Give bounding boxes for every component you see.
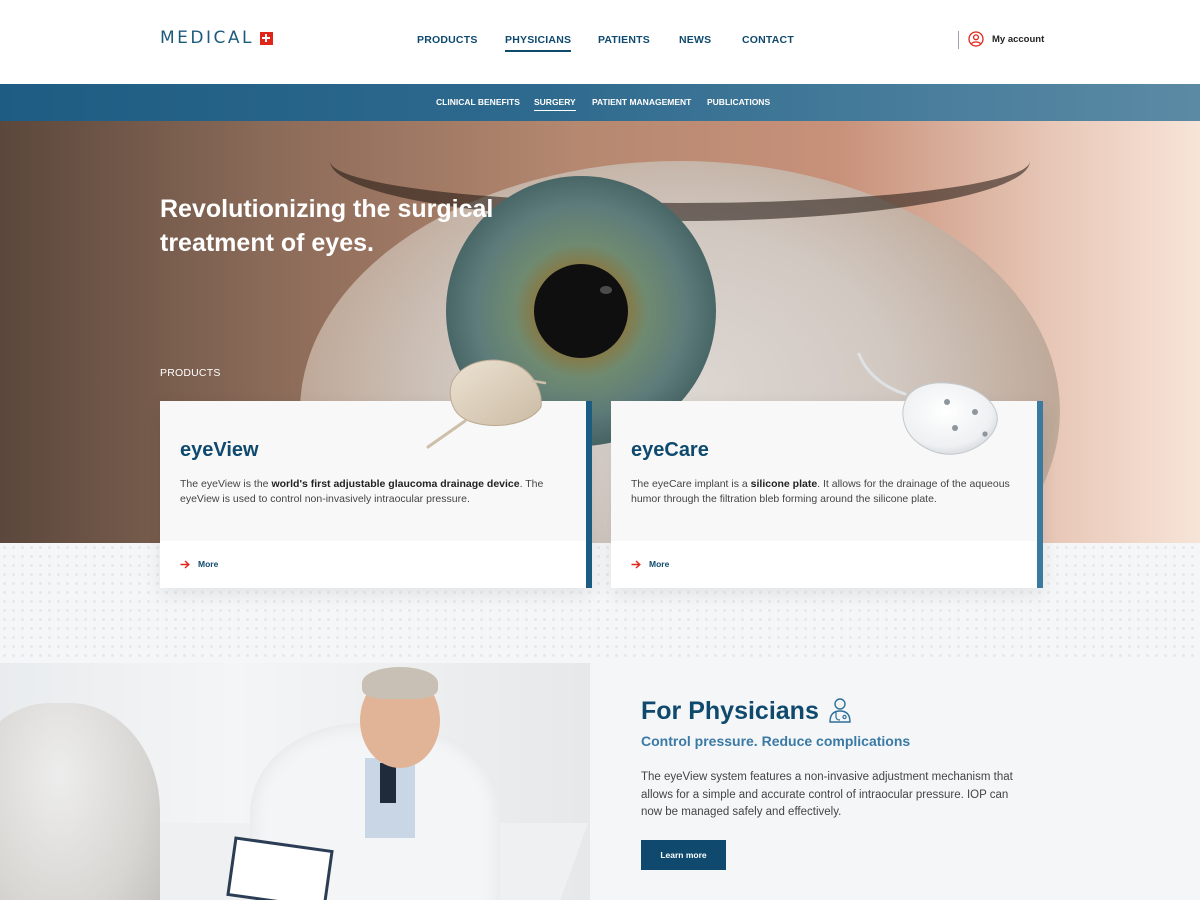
sub-nav: CLINICAL BENEFITS SURGERY PATIENT MANAGE… <box>0 84 1200 121</box>
card-more-link[interactable]: More <box>180 559 218 569</box>
eyecare-device-image <box>857 352 998 455</box>
nav-item-products[interactable]: PRODUCTS <box>417 34 478 46</box>
arrow-right-icon <box>180 559 190 569</box>
more-label: More <box>649 559 670 569</box>
nav-item-physicians[interactable]: PHYSICIANS <box>505 34 572 52</box>
eyeview-device-image <box>426 359 547 449</box>
eye-photo-pupil <box>534 264 628 358</box>
photo-patient <box>0 703 160 900</box>
more-label: More <box>198 559 219 569</box>
arrow-right-icon <box>631 559 641 569</box>
subnav-item-patient-management[interactable]: PATIENT MANAGEMENT <box>592 97 691 107</box>
physicians-subtitle: Control pressure. Reduce complications <box>641 733 911 749</box>
products-section-label: PRODUCTS <box>160 367 221 379</box>
photo-doctor-hair <box>362 667 438 699</box>
subnav-item-publications[interactable]: PUBLICATIONS <box>707 97 770 107</box>
my-account-link[interactable]: My account <box>968 31 1044 47</box>
card-title: eyeView <box>180 439 259 461</box>
nav-item-contact[interactable]: CONTACT <box>742 34 794 46</box>
account-divider <box>958 31 959 49</box>
site-header: MEDICAL PRODUCTS PHYSICIANS PATIENTS NEW… <box>0 0 1200 84</box>
user-icon <box>968 31 984 47</box>
card-more-link[interactable]: More <box>631 559 669 569</box>
card-title: eyeCare <box>631 439 709 461</box>
eye-photo-glint <box>600 286 612 294</box>
hero-title: Revolutionizing the surgical treatment o… <box>160 195 494 257</box>
card-description: The eyeCare implant is a silicone plate.… <box>631 478 1010 505</box>
photo-doctor-tie <box>380 763 396 803</box>
subnav-item-clinical-benefits[interactable]: CLINICAL BENEFITS <box>436 97 520 107</box>
learn-more-button[interactable]: Learn more <box>641 840 726 870</box>
physician-photo <box>0 663 590 900</box>
physicians-description: The eyeView system features a non-invasi… <box>641 771 1013 818</box>
subnav-item-surgery[interactable]: SURGERY <box>534 97 576 111</box>
doctor-icon <box>829 698 851 723</box>
physicians-title: For Physicians <box>641 697 819 725</box>
my-account-label: My account <box>992 33 1045 45</box>
card-description: The eyeView is the world's first adjusta… <box>180 478 544 505</box>
nav-item-news[interactable]: NEWS <box>679 34 711 46</box>
nav-item-patients[interactable]: PATIENTS <box>598 34 650 46</box>
